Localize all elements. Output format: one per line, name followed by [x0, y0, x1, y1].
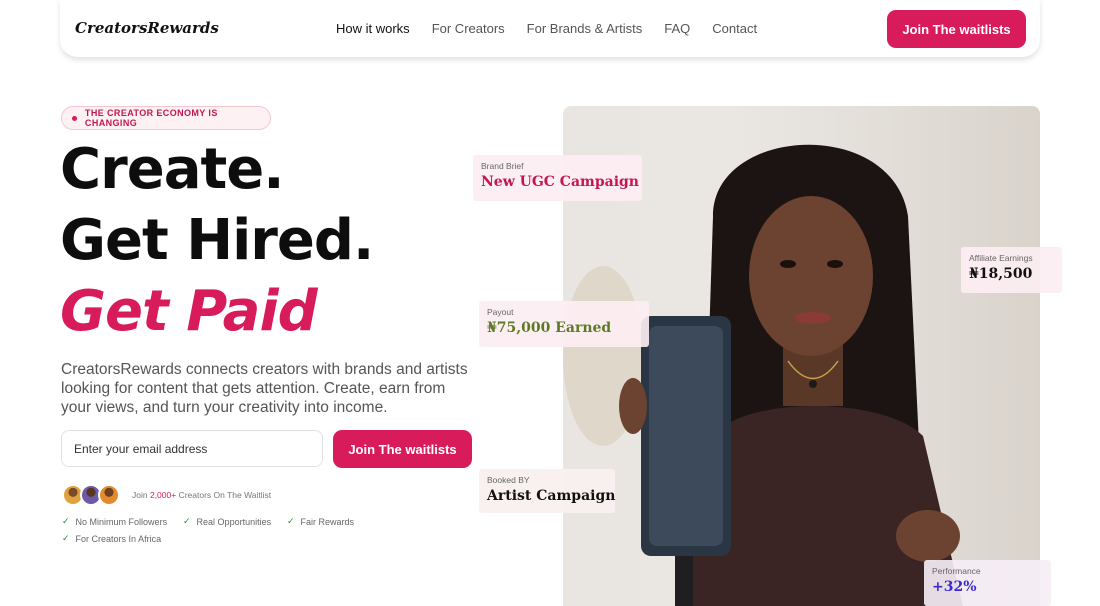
nav-link-for-creators[interactable]: For Creators — [432, 21, 505, 36]
nav-join-waitlist-button[interactable]: Join The waitlists — [887, 10, 1026, 48]
hero-join-waitlist-button[interactable]: Join The waitlists — [333, 430, 472, 468]
badge-text: THE CREATOR ECONOMY IS CHANGING — [84, 108, 218, 128]
nav-link-faq[interactable]: FAQ — [664, 21, 690, 36]
nav-link-how-it-works[interactable]: How it works — [336, 21, 410, 36]
performance-value: +32% — [932, 579, 977, 595]
check-icon: ✓ — [287, 516, 295, 526]
payout-card: Payout ₦75,000 Earned — [479, 301, 649, 347]
booked-by-value: Artist Campaign — [487, 488, 616, 504]
join-suffix: Creators On The Waitlist — [176, 490, 272, 500]
feature-check-label: Real Opportunities — [196, 516, 272, 527]
performance-card: Performance +32% — [924, 560, 1051, 606]
join-prefix: Join — [132, 490, 150, 500]
check-icon: ✓ — [62, 516, 70, 526]
avatar — [98, 484, 120, 506]
performance-label: Performance — [932, 566, 981, 576]
booked-by-card: Booked BY Artist Campaign — [479, 469, 615, 513]
check-icon: ✓ — [183, 516, 191, 526]
email-input[interactable] — [61, 430, 323, 467]
payout-label: Payout — [487, 307, 514, 317]
nav-links: How it works For Creators For Brands & A… — [336, 21, 757, 36]
feature-check-label: No Minimum Followers — [75, 516, 168, 527]
headline-line-1: Create. — [60, 137, 285, 202]
brand-brief-label: Brand Brief — [481, 161, 524, 171]
brand-logo[interactable]: CreatorsRewards — [75, 19, 219, 37]
payout-value: ₦75,000 Earned — [487, 320, 612, 336]
feature-check: ✓ For Creators In Africa — [62, 533, 161, 544]
headline-line-2: Get Hired. — [60, 208, 374, 273]
badge-dot-icon — [72, 115, 77, 121]
feature-check: ✓ No Minimum Followers — [62, 516, 167, 527]
brand-brief-card: Brand Brief New UGC Campaign — [473, 155, 642, 201]
join-count: 2,000+ — [149, 490, 177, 500]
nav-link-contact[interactable]: Contact — [712, 21, 757, 36]
headline-line-3: Get Paid — [60, 279, 318, 344]
waitlist-count-text: Join 2,000+ Creators On The Waitlist — [132, 490, 271, 500]
check-icon: ✓ — [62, 533, 70, 543]
feature-check-label: For Creators In Africa — [75, 533, 162, 544]
booked-by-label: Booked BY — [487, 475, 530, 485]
nav-link-for-brands-artists[interactable]: For Brands & Artists — [527, 21, 643, 36]
hero-badge: THE CREATOR ECONOMY IS CHANGING — [61, 106, 271, 130]
creator-avatars — [62, 484, 124, 508]
affiliate-earnings-card: Affiliate Earnings ₦18,500 — [961, 247, 1062, 293]
affiliate-earnings-value: ₦18,500 — [969, 266, 1033, 282]
feature-check-label: Fair Rewards — [300, 516, 355, 527]
feature-check: ✓ Fair Rewards — [287, 516, 354, 527]
feature-check: ✓ Real Opportunities — [183, 516, 271, 527]
affiliate-earnings-label: Affiliate Earnings — [969, 253, 1033, 263]
hero-description: CreatorsRewards connects creators with b… — [61, 361, 468, 416]
top-navbar: CreatorsRewards How it works For Creator… — [60, 0, 1040, 58]
brand-brief-value: New UGC Campaign — [481, 174, 639, 190]
